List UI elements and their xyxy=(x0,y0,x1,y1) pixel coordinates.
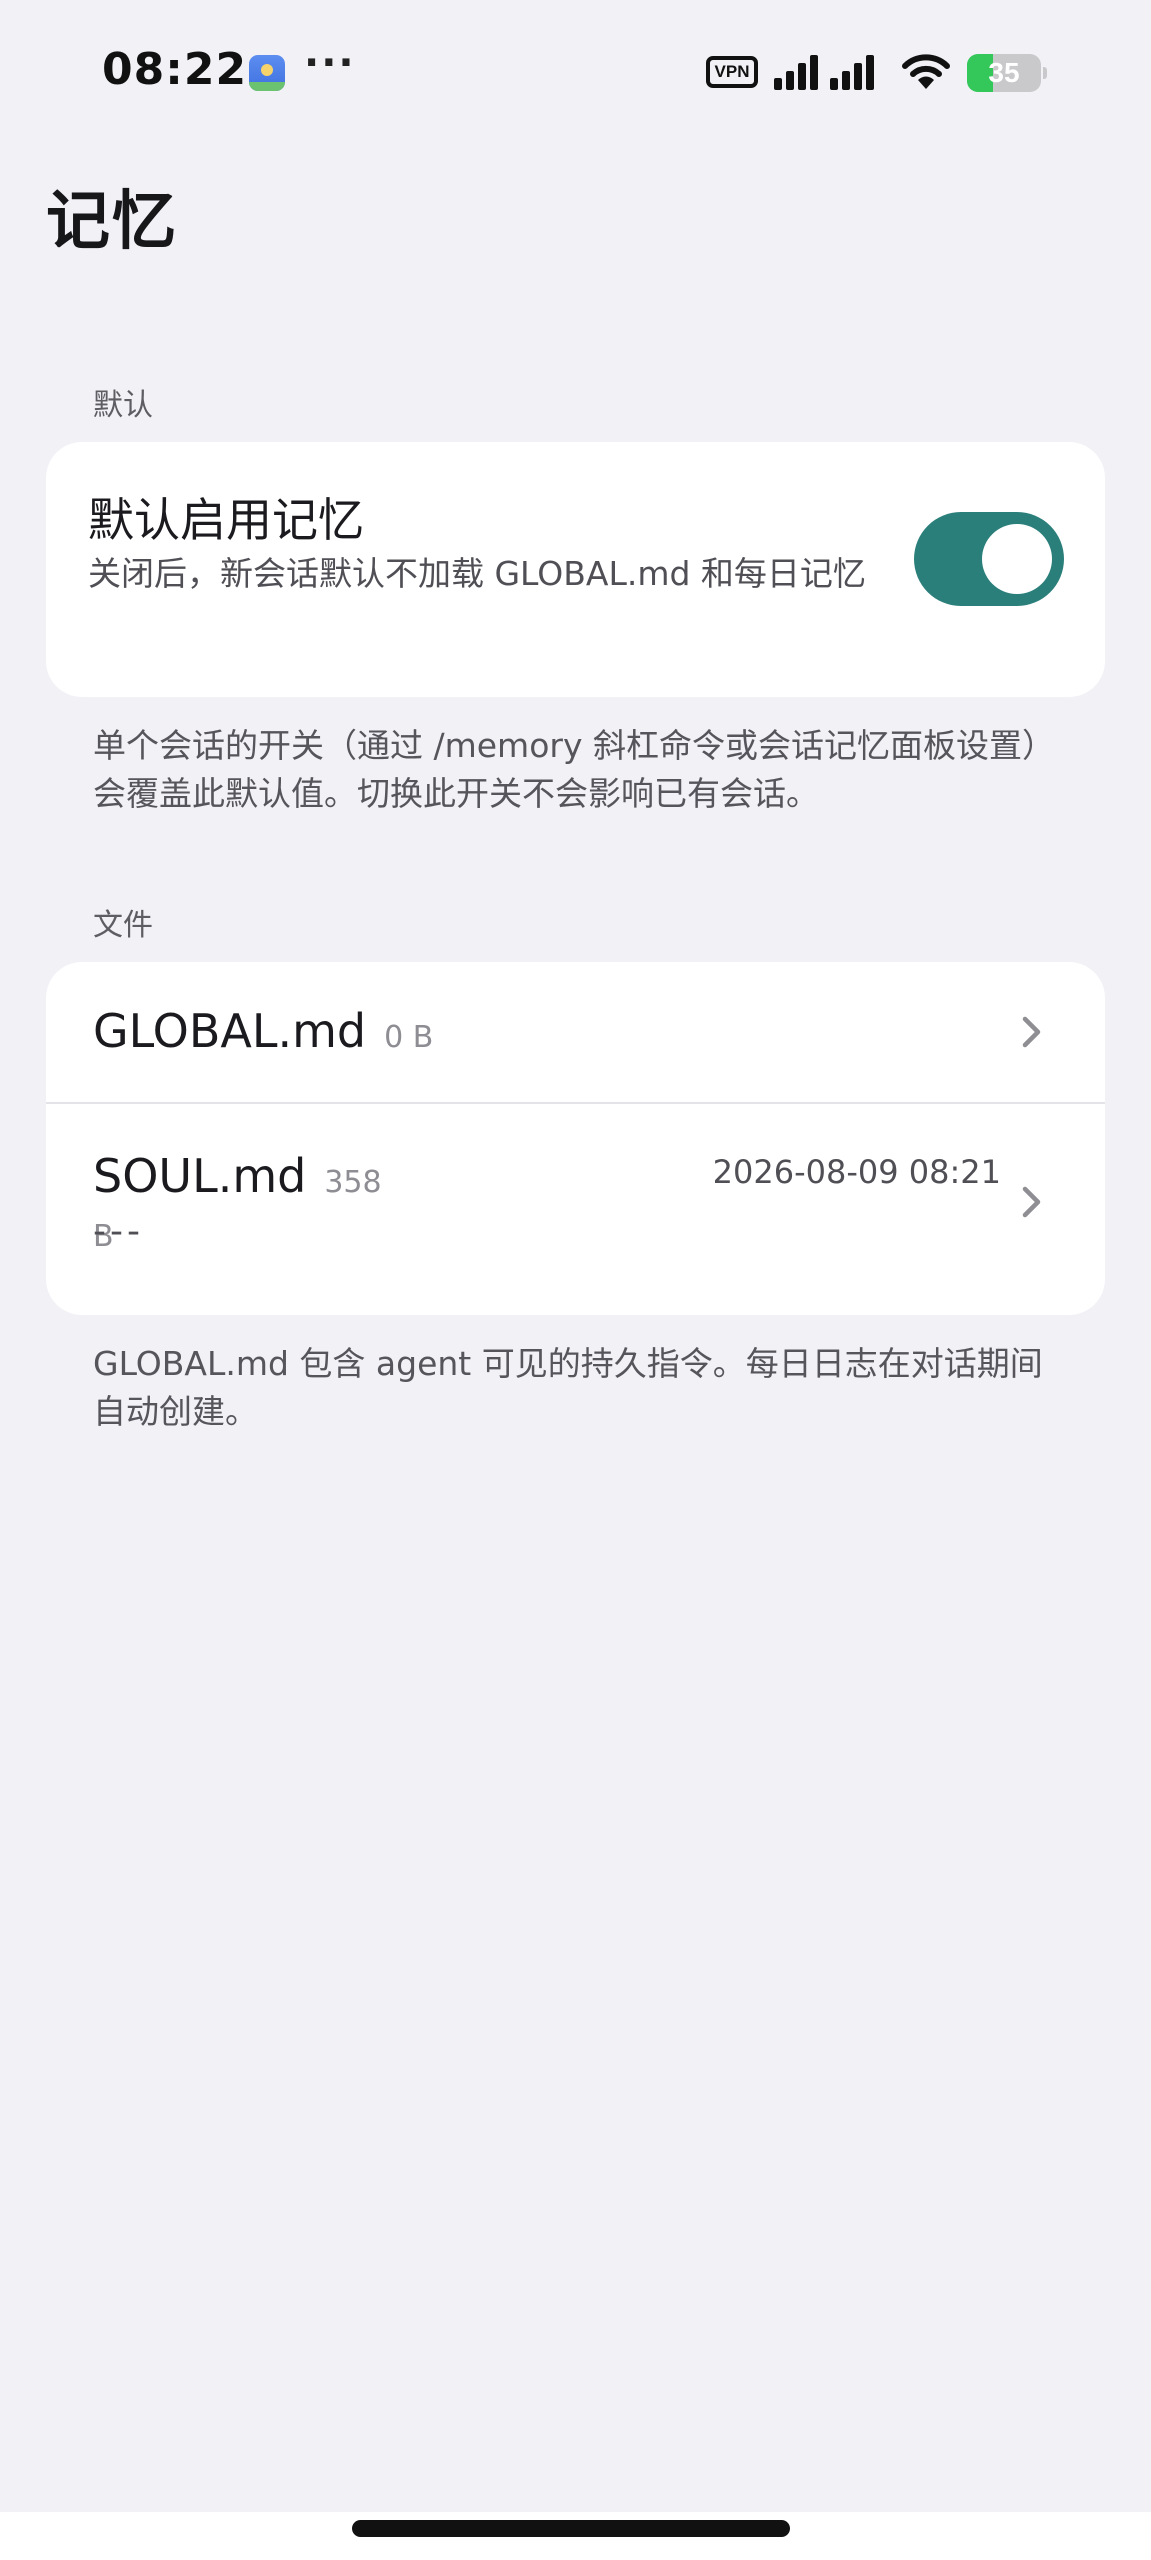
section-header-files: 文件 xyxy=(93,908,153,943)
toggle-title: 默认启用记忆 xyxy=(88,493,364,547)
battery-icon: 35 xyxy=(967,54,1047,92)
app-notification-icon xyxy=(249,55,285,91)
file-size: 0 B xyxy=(384,1020,434,1055)
file-row-soul[interactable]: SOUL.md 358 B 2026-08-09 08:21 --- xyxy=(46,1103,1105,1315)
default-memory-card: 默认启用记忆 关闭后，新会话默认不加载 GLOBAL.md 和每日记忆 xyxy=(46,442,1105,697)
file-name: GLOBAL.md xyxy=(93,1004,367,1058)
status-time: 08:22 xyxy=(102,44,248,95)
files-footnote: GLOBAL.md 包含 agent 可见的持久指令。每日日志在对话期间自动创建… xyxy=(93,1344,1043,1431)
battery-level: 35 xyxy=(988,57,1020,88)
file-row-global[interactable]: GLOBAL.md 0 B xyxy=(46,962,1105,1102)
status-bar: 08:22 ··· VPN 35 xyxy=(0,0,1151,150)
chevron-right-icon xyxy=(1022,1186,1041,1218)
files-card: GLOBAL.md 0 B SOUL.md 358 B 2026-08-09 08:… xyxy=(46,962,1105,1315)
enable-memory-toggle[interactable] xyxy=(914,512,1064,606)
vpn-icon: VPN xyxy=(706,56,758,88)
file-modified-time: 2026-08-09 08:21 xyxy=(712,1153,1001,1191)
section-header-default: 默认 xyxy=(93,388,153,423)
more-notifications-icon: ··· xyxy=(304,40,356,86)
toggle-description: 关闭后，新会话默认不加载 GLOBAL.md 和每日记忆 xyxy=(88,554,866,593)
cellular-signal-icon xyxy=(774,55,874,90)
home-indicator[interactable] xyxy=(352,2520,790,2537)
file-preview: --- xyxy=(93,1211,144,1252)
toggle-knob xyxy=(982,524,1052,594)
wifi-icon xyxy=(902,54,950,89)
page-title: 记忆 xyxy=(46,185,178,259)
default-footnote: 单个会话的开关（通过 /memory 斜杠命令或会话记忆面板设置）会覆盖此默认值… xyxy=(93,726,1055,813)
chevron-right-icon xyxy=(1022,1016,1041,1048)
file-name-line: GLOBAL.md 0 B xyxy=(93,1004,433,1058)
file-name: SOUL.md xyxy=(93,1149,307,1203)
